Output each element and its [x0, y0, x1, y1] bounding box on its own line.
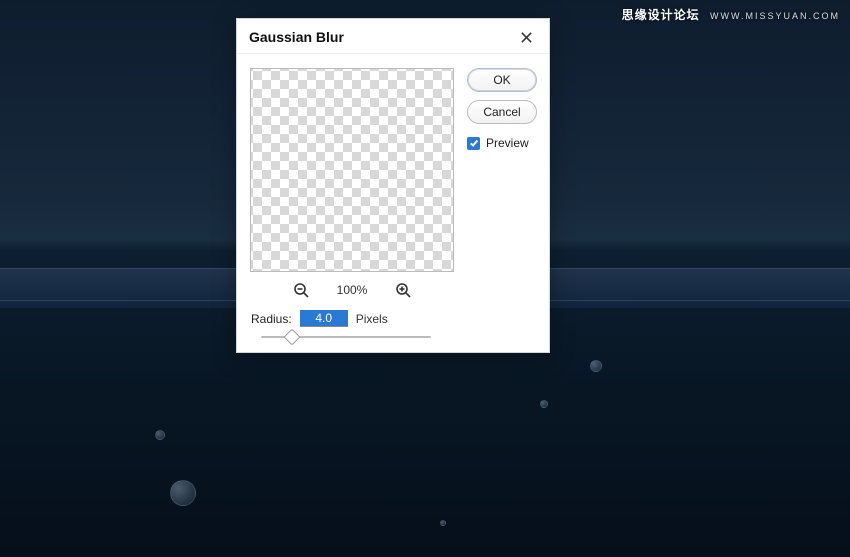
bubble: [440, 520, 446, 526]
zoom-out-button[interactable]: [293, 282, 309, 298]
zoom-out-icon: [293, 282, 309, 298]
radius-slider-wrap: [249, 331, 455, 349]
bubble: [590, 360, 602, 372]
radius-slider[interactable]: [261, 331, 431, 349]
radius-row: Radius: Pixels: [249, 310, 455, 327]
bubble: [540, 400, 548, 408]
preview-checkbox[interactable]: [467, 137, 480, 150]
preview-canvas[interactable]: [250, 68, 454, 272]
radius-unit: Pixels: [356, 312, 388, 326]
gaussian-blur-dialog: Gaussian Blur 100% Radius: Pixels: [236, 18, 550, 353]
preview-column: 100% Radius: Pixels: [249, 68, 455, 349]
preview-checkbox-label: Preview: [486, 136, 529, 150]
close-icon: [520, 31, 533, 44]
close-button[interactable]: [515, 26, 537, 48]
zoom-percent: 100%: [337, 283, 368, 297]
watermark-sub: WWW.MISSYUAN.COM: [710, 11, 840, 21]
zoom-in-button[interactable]: [395, 282, 411, 298]
radius-label: Radius:: [251, 312, 292, 326]
bubble: [170, 480, 196, 506]
watermark-main: 思缘设计论坛: [622, 8, 700, 22]
radius-input[interactable]: [300, 310, 348, 327]
ok-button[interactable]: OK: [467, 68, 537, 92]
dialog-title: Gaussian Blur: [249, 29, 344, 45]
dialog-body: 100% Radius: Pixels OK Cancel: [237, 54, 549, 361]
slider-thumb[interactable]: [284, 329, 301, 346]
preview-checkbox-row[interactable]: Preview: [467, 136, 537, 150]
zoom-in-icon: [395, 282, 411, 298]
button-column: OK Cancel Preview: [467, 68, 537, 349]
titlebar: Gaussian Blur: [237, 19, 549, 54]
bubble: [155, 430, 165, 440]
check-icon: [469, 138, 479, 148]
cancel-button[interactable]: Cancel: [467, 100, 537, 124]
zoom-controls: 100%: [293, 282, 412, 298]
watermark: 思缘设计论坛 WWW.MISSYUAN.COM: [622, 6, 840, 23]
